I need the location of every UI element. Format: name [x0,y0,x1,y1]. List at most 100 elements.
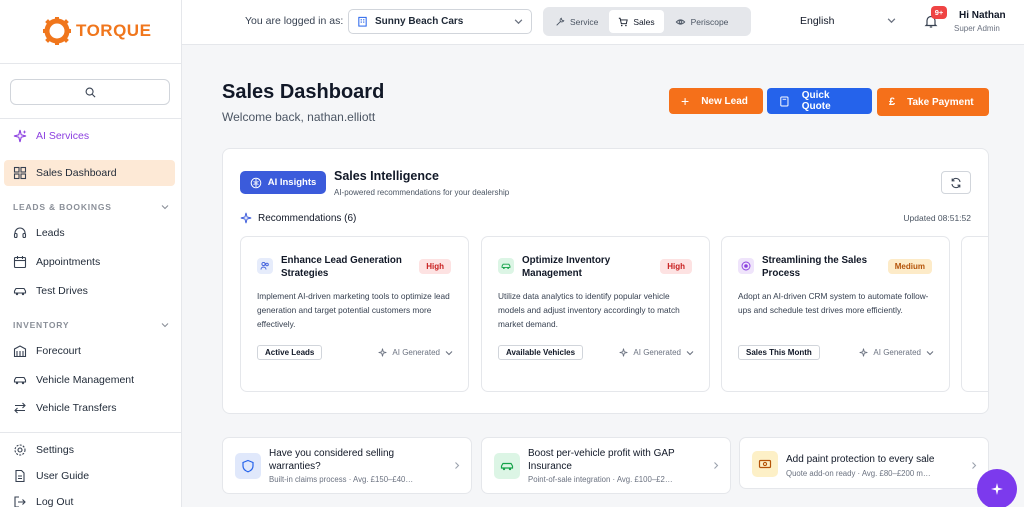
car-icon [13,287,27,296]
suggestion-subtitle: Point-of-sale integration · Avg. £100–£2… [528,475,673,484]
quick-quote-button[interactable]: Quick Quote [767,88,872,114]
notification-badge: 9+ [931,6,947,19]
chevron-right-icon [455,462,460,469]
ai-insights-badge: AI Insights [240,171,326,194]
sidebar-item-vehicle-transfers[interactable]: Vehicle Transfers [4,395,175,421]
sidebar-item-user-guide[interactable]: User Guide [4,463,175,489]
recommendation-card[interactable]: Optimize Inventory Management High Utili… [481,236,710,392]
recommendation-card[interactable]: Enhance Lead Generation Strategies High … [240,236,469,392]
building-icon [13,345,27,358]
transfer-icon [14,402,26,414]
sparkle-icon [619,348,628,357]
brand-logo[interactable]: TORQUE [42,16,151,46]
pound-icon: £ [889,96,896,108]
priority-badge: High [419,259,451,274]
gear-icon [14,444,26,456]
recommendation-description: Adopt an AI-driven CRM system to automat… [738,291,929,315]
sidebar-item-label: AI Services [36,130,90,142]
recommendation-footer: Active Leads AI Generated [257,345,453,360]
sidebar: TORQUE AI Services Sales Dashboard LEADS… [0,0,182,507]
users-icon [257,258,273,274]
suggestion-card-paint-protection[interactable]: Add paint protection to every sale Quote… [739,437,989,489]
button-label: New Lead [701,95,748,107]
welcome-text: Welcome back, nathan.elliott [222,110,376,124]
recommendation-card[interactable] [961,236,988,392]
recommendation-description: Implement AI-driven marketing tools to o… [257,291,450,329]
topbar: You are logged in as: Sunny Beach Cars S… [182,0,1024,45]
section-label: LEADS & BOOKINGS [13,202,112,212]
user-greeting[interactable]: Hi Nathan [959,10,1006,21]
car-icon [498,258,514,274]
sidebar-item-label: Sales Dashboard [36,167,117,179]
sidebar-item-leads[interactable]: Leads [4,220,175,246]
sidebar-item-appointments[interactable]: Appointments [4,249,175,275]
cash-icon [752,451,778,477]
tab-periscope[interactable]: Periscope [666,10,738,33]
sidebar-section-leads[interactable]: LEADS & BOOKINGS [13,202,169,212]
take-payment-button[interactable]: £ Take Payment [877,88,989,116]
tab-service[interactable]: Service [546,10,607,33]
user-role: Super Admin [954,24,1000,33]
brand-name: TORQUE [76,21,152,40]
ai-generated-toggle[interactable]: AI Generated [378,348,453,357]
tab-sales[interactable]: Sales [609,10,664,33]
tab-label: Sales [633,16,655,27]
divider [0,63,182,64]
suggestion-card-gap-insurance[interactable]: Boost per-vehicle profit with GAP Insura… [481,437,731,494]
source-label: AI Generated [633,348,681,357]
wrench-icon [556,17,565,26]
updated-timestamp: Updated 08:51:52 [903,213,971,223]
priority-badge: Medium [887,259,932,274]
priority-badge: High [660,259,692,274]
sidebar-section-inventory[interactable]: INVENTORY [13,320,169,330]
tab-label: Periscope [690,16,729,27]
sidebar-item-vehicle-management[interactable]: Vehicle Management [4,367,175,393]
target-icon [738,258,754,274]
sidebar-item-test-drives[interactable]: Test Drives [4,278,175,304]
document-icon [15,469,25,483]
refresh-button[interactable] [941,171,971,194]
chevron-down-icon [161,205,169,210]
dealer-select[interactable]: Sunny Beach Cars [348,9,532,34]
sidebar-item-label: Settings [36,444,74,456]
recommendation-description: Utilize data analytics to identify popul… [498,291,680,329]
sidebar-item-label: Test Drives [36,285,88,297]
sidebar-item-settings[interactable]: Settings [4,437,175,463]
sidebar-search-input[interactable] [10,79,170,105]
sidebar-item-ai-services[interactable]: AI Services [4,123,175,149]
suggestion-subtitle: Built-in claims process · Avg. £150–£40… [269,475,414,484]
sidebar-item-sales-dashboard[interactable]: Sales Dashboard [4,160,175,186]
divider [0,118,182,119]
language-select[interactable]: English [800,15,834,27]
ai-generated-toggle[interactable]: AI Generated [619,348,694,357]
chevron-down-icon [514,19,523,25]
recommendation-title: Enhance Lead Generation Strategies [281,255,402,279]
suggestion-card-warranties[interactable]: Have you considered selling warranties? … [222,437,472,494]
recommendation-footer: Available Vehicles AI Generated [498,345,694,360]
button-label: Take Payment [907,96,974,108]
shield-icon [235,453,261,479]
recommendation-title: Optimize Inventory Management [522,255,611,279]
metric-tag[interactable]: Sales This Month [738,345,820,360]
ai-assistant-button[interactable] [977,469,1017,507]
chevron-down-icon[interactable] [887,16,896,25]
button-label: Quick Quote [801,90,831,112]
metric-tag[interactable]: Available Vehicles [498,345,584,360]
cart-icon [619,17,629,26]
chevron-down-icon [445,350,453,355]
gear-logo-icon [43,17,71,45]
calculator-icon [780,96,789,106]
plus-icon: + [681,93,690,109]
building-icon [358,16,367,27]
recommendation-footer: Sales This Month AI Generated [738,345,934,360]
metric-tag[interactable]: Active Leads [257,345,323,360]
new-lead-button[interactable]: + New Lead [669,88,763,114]
sidebar-item-forecourt[interactable]: Forecourt [4,338,175,364]
sidebar-item-label: Log Out [36,496,74,507]
recommendation-card[interactable]: Streamlining the Sales Process Medium Ad… [721,236,950,392]
ai-generated-toggle[interactable]: AI Generated [859,348,934,357]
sidebar-item-log-out[interactable]: Log Out [4,489,175,507]
sidebar-item-label: User Guide [36,470,90,482]
sparkle-icon [378,348,387,357]
dealer-name: Sunny Beach Cars [375,16,464,27]
